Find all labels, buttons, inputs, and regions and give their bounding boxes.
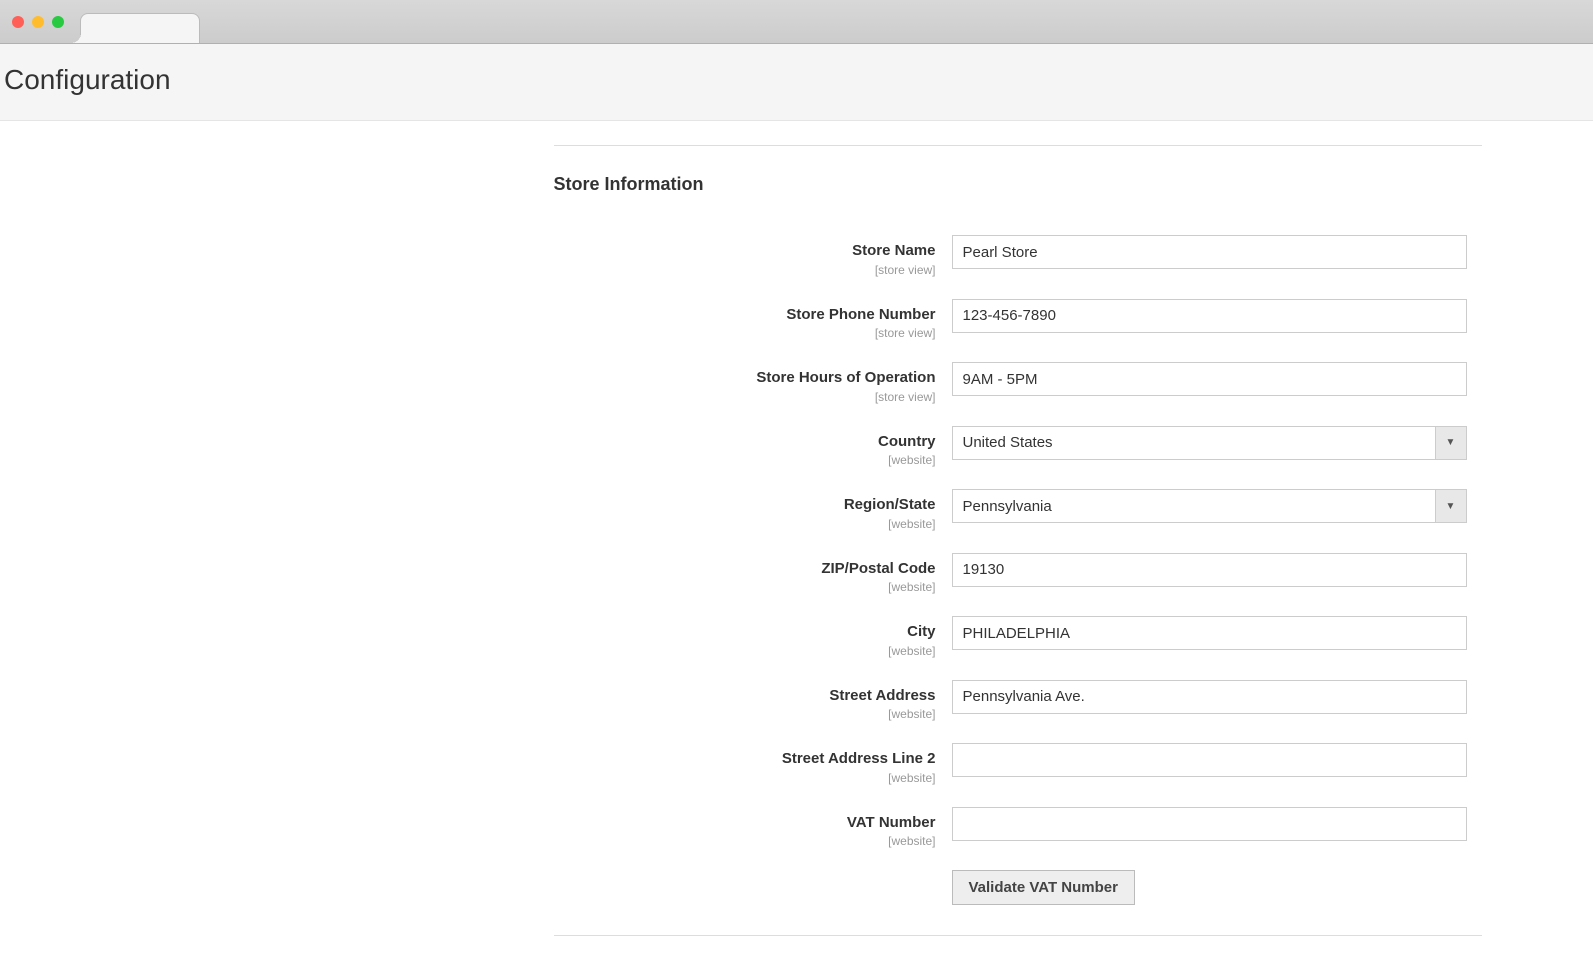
maximize-window-icon[interactable] [52,16,64,28]
row-country: Country [website] ▼ [112,426,1482,468]
store-phone-label: Store Phone Number [786,306,935,323]
scope-label: [website] [112,834,936,848]
input-col [952,362,1467,396]
label-col: Store Hours of Operation [store view] [112,362,952,404]
close-window-icon[interactable] [12,16,24,28]
browser-tab[interactable] [80,13,200,43]
zip-label: ZIP/Postal Code [821,560,935,577]
input-col: ▼ [952,426,1467,460]
row-street2: Street Address Line 2 [website] [112,743,1482,785]
store-phone-input[interactable] [952,299,1467,333]
label-col: Street Address [website] [112,680,952,722]
scope-label: [website] [112,771,936,785]
street2-input[interactable] [952,743,1467,777]
vat-input[interactable] [952,807,1467,841]
input-col [952,680,1467,714]
input-col [952,743,1467,777]
row-zip: ZIP/Postal Code [website] [112,553,1482,595]
vat-label: VAT Number [847,814,936,831]
label-col: Country [website] [112,426,952,468]
scope-label: [store view] [112,390,936,404]
label-col: City [website] [112,616,952,658]
input-col [952,553,1467,587]
browser-chrome [0,0,1593,44]
country-label: Country [878,433,936,450]
city-input[interactable] [952,616,1467,650]
scope-label: [store view] [112,326,936,340]
store-name-input[interactable] [952,235,1467,269]
label-col: Store Name [store view] [112,235,952,277]
street2-label: Street Address Line 2 [782,750,936,767]
store-hours-label: Store Hours of Operation [756,369,935,386]
input-col: Validate VAT Number [952,870,1467,905]
label-col: Region/State [website] [112,489,952,531]
label-col [112,870,952,876]
section-divider [554,145,1482,146]
region-label: Region/State [844,496,936,513]
row-vat: VAT Number [website] [112,807,1482,849]
city-label: City [907,623,935,640]
row-validate-vat: Validate VAT Number [112,870,1482,905]
zip-input[interactable] [952,553,1467,587]
row-region: Region/State [website] ▼ [112,489,1482,531]
section-divider [554,935,1482,936]
label-col: Store Phone Number [store view] [112,299,952,341]
page-header: Configuration [0,44,1593,121]
scope-label: [website] [112,453,936,467]
country-select[interactable] [952,426,1467,460]
scope-label: [website] [112,707,936,721]
input-col [952,235,1467,269]
row-city: City [website] [112,616,1482,658]
window-controls [12,16,64,28]
input-col [952,807,1467,841]
row-store-hours: Store Hours of Operation [store view] [112,362,1482,404]
street1-label: Street Address [829,687,935,704]
store-name-label: Store Name [852,242,935,259]
scope-label: [website] [112,517,936,531]
scope-label: [website] [112,580,936,594]
row-store-name: Store Name [store view] [112,235,1482,277]
minimize-window-icon[interactable] [32,16,44,28]
section-title: Store Information [554,174,1482,195]
scope-label: [store view] [112,263,936,277]
row-store-phone: Store Phone Number [store view] [112,299,1482,341]
content: Store Information Store Name [store view… [112,145,1482,976]
validate-vat-button[interactable]: Validate VAT Number [952,870,1135,905]
region-select[interactable] [952,489,1467,523]
store-hours-input[interactable] [952,362,1467,396]
scope-label: [website] [112,644,936,658]
input-col [952,616,1467,650]
label-col: Street Address Line 2 [website] [112,743,952,785]
page-title: Configuration [0,64,1593,96]
row-street1: Street Address [website] [112,680,1482,722]
input-col [952,299,1467,333]
street1-input[interactable] [952,680,1467,714]
label-col: VAT Number [website] [112,807,952,849]
input-col: ▼ [952,489,1467,523]
label-col: ZIP/Postal Code [website] [112,553,952,595]
